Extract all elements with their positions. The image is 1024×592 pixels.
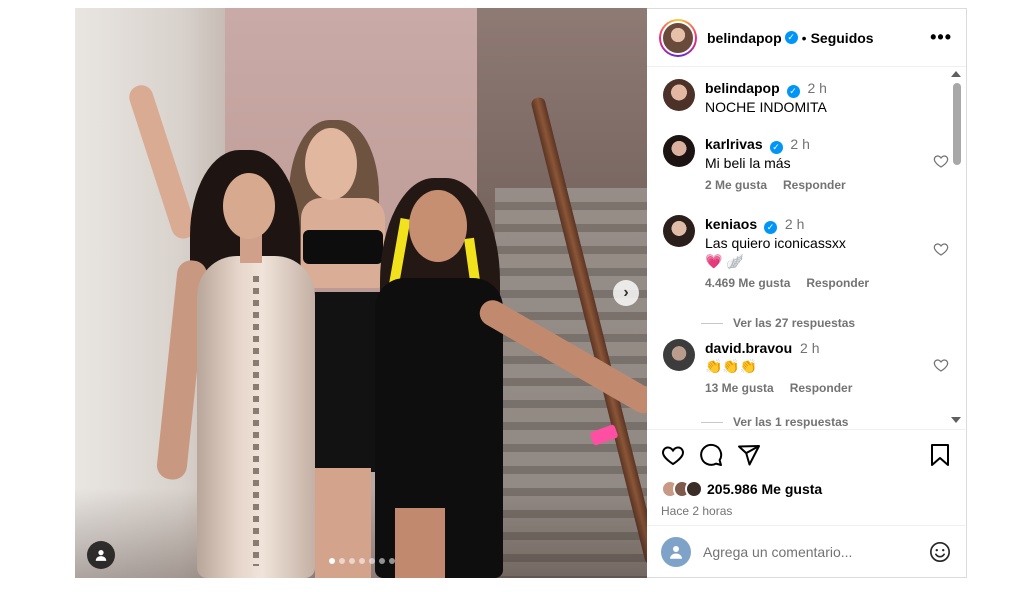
comment-avatar[interactable] [663,135,695,167]
caption-text: NOCHE INDOMITA [705,98,827,115]
comment-text: Las quiero iconicassxx [705,234,846,251]
next-image-button[interactable]: › [613,280,639,306]
comment-time: 2 h [790,136,810,152]
bookmark-icon[interactable] [929,443,951,467]
carousel-dot [389,558,395,564]
chevron-right-icon: › [623,284,629,301]
carousel-dot [369,558,375,564]
carousel-dot [379,558,385,564]
verified-badge-icon: ✓ [784,31,798,44]
my-avatar [661,536,691,567]
verified-badge-icon: ✓ [769,140,783,154]
caption-time: 2 h [807,80,827,96]
comment-like-heart-icon[interactable] [933,357,949,373]
post-side-panel: belindapop ✓ • Seguidos ••• belindapop ✓… [647,8,967,578]
comment-likes[interactable]: 13 Me gusta [705,381,774,395]
verified-badge-icon: ✓ [764,220,778,234]
view-replies-button[interactable]: Ver las 27 respuestas [701,316,855,330]
following-button[interactable]: Seguidos [811,30,874,46]
more-options-button[interactable]: ••• [930,27,952,48]
carousel-dot [339,558,345,564]
comment-item: karlrivas ✓ 2 h Mi beli la más 2 Me gust… [663,135,949,192]
user-tag-icon [95,550,107,561]
carousel-dot [329,558,335,564]
comment-bubble-icon[interactable] [699,443,723,467]
caption: belindapop ✓ 2 h NOCHE INDOMITA [663,79,943,116]
liker-avatar [685,480,703,498]
view-replies-label: Ver las 27 respuestas [733,316,856,330]
view-replies-label: Ver las 1 respuestas [733,415,849,429]
comment-like-heart-icon[interactable] [933,241,949,257]
paper-plane-icon[interactable] [737,443,761,467]
reply-button[interactable]: Responder [806,276,869,290]
reply-button[interactable]: Responder [790,381,853,395]
caption-username[interactable]: belindapop [705,80,780,96]
post-actions: 205.986 Me gusta Hace 2 horas [647,429,965,525]
scroll-up-arrow[interactable] [951,71,961,77]
comment-time: 2 h [800,340,820,356]
comment-item: keniaos ✓ 2 h Las quiero iconicassxx 💗 🪽… [663,215,949,290]
heart-icon[interactable] [661,443,685,467]
user-tags-button[interactable] [87,541,115,569]
comment-item: david.bravou 2 h 👏👏👏 13 Me gusta Respond… [663,339,949,395]
comment-emoji: 💗 🪽 [705,252,744,269]
author-avatar[interactable] [659,18,697,57]
carousel-dot [349,558,355,564]
comment-username[interactable]: karlrivas [705,136,763,152]
scroll-down-arrow[interactable] [951,417,961,423]
verified-badge-icon: ✓ [786,84,800,98]
comments-list[interactable]: belindapop ✓ 2 h NOCHE INDOMITA karlriva… [647,67,965,429]
likes-count[interactable]: 205.986 Me gusta [707,481,822,497]
comment-text: Mi beli la más [705,154,791,171]
comment-username[interactable]: keniaos [705,216,757,232]
comment-time: 2 h [784,216,805,232]
author-username[interactable]: belindapop [707,30,782,46]
comment-like-heart-icon[interactable] [933,153,949,169]
comment-input[interactable] [703,543,929,560]
carousel-indicator [329,558,395,564]
scrollbar-thumb[interactable] [953,83,961,165]
post-media[interactable]: › [75,8,647,578]
comment-text: 👏👏👏 [705,358,758,374]
caption-avatar[interactable] [663,79,695,111]
view-replies-button[interactable]: Ver las 1 respuestas [701,415,848,429]
comment-avatar[interactable] [663,339,695,371]
post-timestamp: Hace 2 horas [661,504,733,518]
post-header: belindapop ✓ • Seguidos ••• [647,9,966,67]
comment-username[interactable]: david.bravou [705,340,792,356]
reply-button[interactable]: Responder [783,178,846,192]
comment-likes[interactable]: 2 Me gusta [705,178,767,192]
separator-dot: • [801,29,807,46]
smiley-icon[interactable] [929,541,951,563]
carousel-dot [359,558,365,564]
comment-avatar[interactable] [663,215,695,247]
comment-likes[interactable]: 4.469 Me gusta [705,276,790,290]
add-comment-bar [647,525,965,577]
